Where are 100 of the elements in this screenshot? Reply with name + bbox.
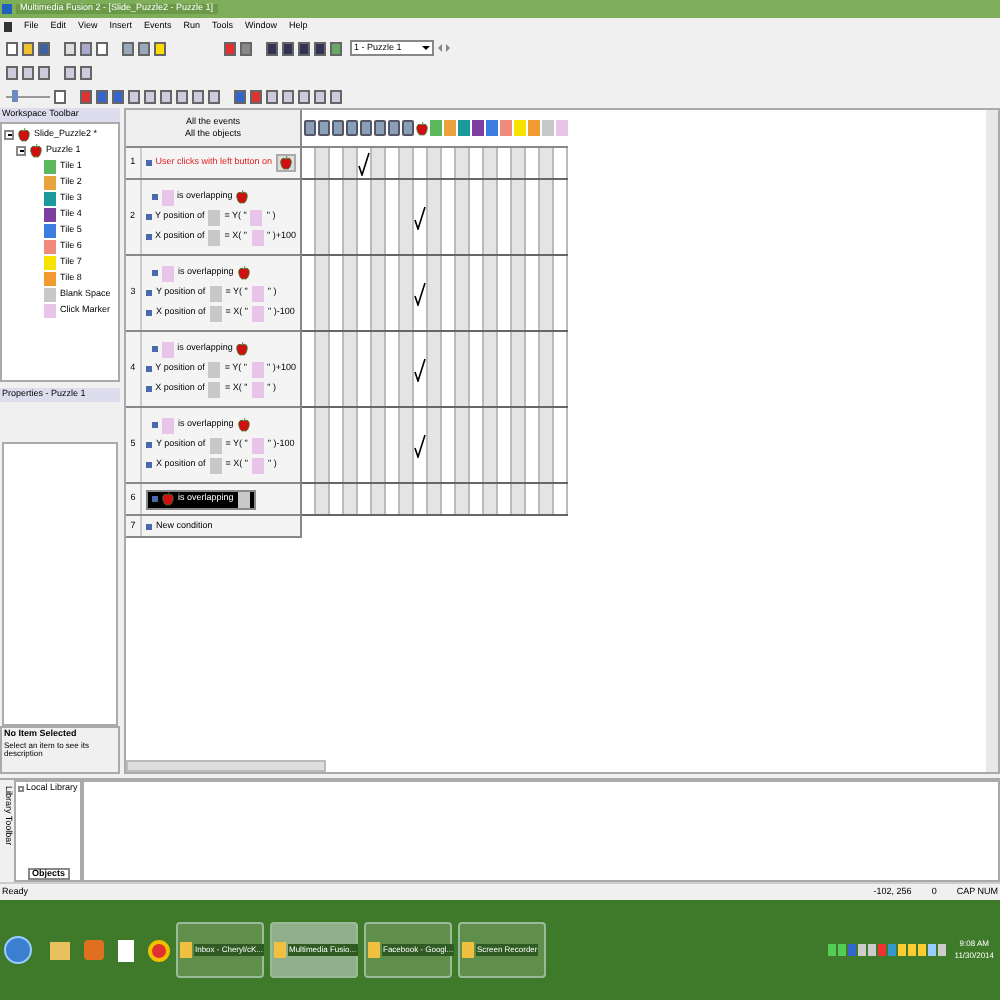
grid-cell[interactable] [540,180,554,254]
folder-icon[interactable] [50,941,70,959]
grid-cell[interactable] [372,332,386,406]
object-tile [208,229,221,245]
grid-cell[interactable] [400,332,414,406]
app-icon [2,4,12,14]
grid-cell[interactable] [316,180,330,254]
grid-cell[interactable] [400,408,414,482]
grid-cell[interactable] [316,484,330,514]
grid-cell[interactable] [428,180,442,254]
grid-cell[interactable] [484,180,498,254]
object-tile[interactable] [541,120,553,136]
object-tile[interactable] [513,120,525,136]
browser-icon[interactable] [148,939,170,961]
grid-cell[interactable] [456,148,470,178]
grid-cell[interactable] [512,256,526,330]
horizontal-scrollbar[interactable] [126,760,326,772]
grid-cell[interactable] [456,408,470,482]
slider-thumb[interactable] [11,90,18,102]
grid-cell[interactable] [540,148,554,178]
notepad-icon[interactable] [118,939,134,961]
next-arrow-icon[interactable] [446,44,450,52]
grid-cell[interactable] [400,148,414,178]
grid-cell[interactable] [512,148,526,178]
grid-cell[interactable] [372,148,386,178]
grid-cell[interactable] [400,256,414,330]
expander-icon[interactable] [4,129,14,139]
grid-cell[interactable] [344,180,358,254]
object-tile[interactable] [527,120,539,136]
object-tile [251,437,264,453]
grid-cell[interactable] [512,332,526,406]
bullet-icon [145,386,152,392]
grid-cell[interactable] [316,332,330,406]
grid-cell[interactable] [484,256,498,330]
object-tile[interactable] [443,120,455,136]
grid-cell[interactable] [316,408,330,482]
grid-cell[interactable] [316,256,330,330]
start-button[interactable] [4,936,32,964]
previous-arrow-icon[interactable] [438,44,442,52]
grid-cell[interactable] [372,180,386,254]
grid-cell[interactable] [414,180,428,254]
grid-cell[interactable] [428,332,442,406]
object-tile[interactable] [471,120,483,136]
bullet-icon [146,290,152,296]
object-tile[interactable] [457,120,469,136]
grid-cell[interactable] [512,408,526,482]
grid-cell[interactable] [512,180,526,254]
grid-cell[interactable] [512,484,526,514]
grid-cell[interactable] [344,408,358,482]
document-icon [4,22,12,32]
apple-icon [237,266,250,280]
grid-cell[interactable] [540,332,554,406]
grid-cell[interactable] [484,332,498,406]
grid-cell[interactable] [428,408,442,482]
grid-cell[interactable] [344,484,358,514]
grid-cell[interactable] [484,408,498,482]
grid-cell[interactable] [540,256,554,330]
grid-cell[interactable] [484,148,498,178]
bullet-icon [145,160,152,166]
object-tile[interactable] [555,120,567,136]
object-tile[interactable] [429,120,441,136]
grid-cell[interactable] [316,148,330,178]
grid-cell[interactable] [456,256,470,330]
object-tile[interactable] [499,120,511,136]
grid-cell[interactable] [414,408,428,482]
media-player-icon[interactable] [84,940,104,960]
grid-cell[interactable] [428,148,442,178]
bullet-icon [145,366,152,372]
grid-cell[interactable] [400,180,414,254]
grid-cell[interactable] [358,148,372,178]
grid-cell[interactable] [372,256,386,330]
expander-icon[interactable] [16,145,26,155]
object-tile [209,285,222,301]
grid-cell[interactable] [484,484,498,514]
app-icon [180,942,192,958]
checkmark-icon [414,281,426,305]
grid-cell[interactable] [344,148,358,178]
grid-cell[interactable] [456,332,470,406]
grid-cell[interactable] [414,256,428,330]
grid-cell[interactable] [540,408,554,482]
grid-cell[interactable] [344,256,358,330]
object-tile [251,381,264,397]
scrollbar[interactable] [986,110,998,772]
grid-cell[interactable] [456,180,470,254]
grid-cell[interactable] [372,408,386,482]
object-tile [252,305,264,321]
grid-cell[interactable] [372,484,386,514]
checkmark-icon [414,357,426,381]
grid-cell[interactable] [414,332,428,406]
grid-cell[interactable] [428,256,442,330]
grid-cell[interactable] [344,332,358,406]
checkmark-icon [358,151,370,175]
object-tile[interactable] [485,120,497,136]
grid-cell[interactable] [540,484,554,514]
object-tile [251,285,264,301]
grid-cell[interactable] [400,484,414,514]
zoom-slider[interactable] [6,90,50,102]
apple-icon [415,121,427,135]
grid-cell[interactable] [428,484,442,514]
grid-cell[interactable] [456,484,470,514]
